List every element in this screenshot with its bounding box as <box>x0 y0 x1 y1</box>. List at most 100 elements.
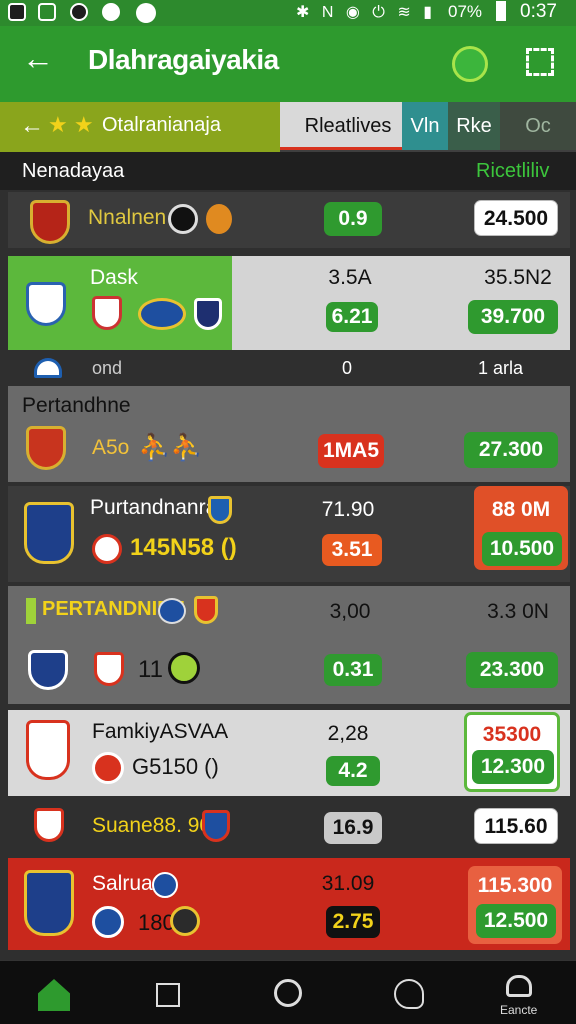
header-right: Ricetliliv <box>476 160 550 182</box>
tab-oc[interactable]: Oc <box>500 102 576 150</box>
league-name: Otalranianaja <box>102 114 221 136</box>
team-name: Dask <box>90 266 138 289</box>
team-badge-icon <box>138 298 186 330</box>
tab-rke[interactable]: Rke <box>448 102 500 150</box>
team-badge-icon <box>202 810 230 842</box>
odds-value: 3.5A <box>328 266 372 289</box>
match-row[interactable]: FamkiyASVAA G5150 () 2,28 4.2 35300 12.3… <box>8 710 570 796</box>
marker-icon <box>26 598 36 624</box>
team-name: FamkiyASVAA <box>92 720 229 743</box>
odds-pill[interactable]: 6.21 <box>326 302 378 332</box>
team-badge-icon <box>92 752 124 784</box>
square-icon[interactable] <box>156 983 180 1007</box>
row-value: 0 <box>342 358 353 378</box>
match-row[interactable]: PERTANDNIEN 3,00 3.3 0N 11 0.31 23.300 <box>8 586 570 704</box>
team-badge-icon <box>168 652 200 684</box>
nav-label: Eancte <box>500 1003 538 1017</box>
odds-value: 3,00 <box>329 600 371 623</box>
team-crest-icon <box>34 808 64 842</box>
player-icon: ⛹ <box>170 432 203 462</box>
header-left: Nenadayaa <box>22 160 125 182</box>
odds-pill[interactable]: 39.700 <box>468 300 558 334</box>
tab-bar: ← ★ ★ Otalranianaja Rleatlives Vln Rke O… <box>0 102 576 152</box>
odds-pill[interactable]: 115.60 <box>474 808 558 844</box>
odds-value: 2,28 <box>327 722 369 745</box>
odds-value: 88 0M <box>491 498 551 521</box>
odds-pill[interactable]: 1MA5 <box>318 434 384 468</box>
odds-pill[interactable]: 10.500 <box>482 532 562 566</box>
account-icon[interactable] <box>506 975 532 997</box>
match-row[interactable]: Dask 3.5A 35.5N2 6.21 39.700 <box>8 256 570 350</box>
team-name: Purtandnanra <box>90 496 218 519</box>
player-icon: ⛹ <box>138 432 171 462</box>
tab-relatives[interactable]: Rleatlives <box>280 102 416 150</box>
list-header: Nenadayaa Ricetliliv <box>0 152 576 190</box>
team-name: Nnalnen <box>88 206 167 229</box>
odds-pill[interactable]: 4.2 <box>326 756 380 786</box>
bottom-nav: Eancte <box>0 960 576 1024</box>
odds-pill[interactable]: 16.9 <box>324 812 382 844</box>
shield-icon <box>136 3 156 23</box>
home-icon[interactable] <box>38 979 70 1011</box>
back-arrow-icon[interactable]: ← <box>22 40 54 77</box>
battery-text: 07% <box>448 2 483 21</box>
team-name: A5o <box>92 436 130 459</box>
team-crest-icon <box>24 502 74 564</box>
team-badge-icon <box>206 204 232 234</box>
flag-icon <box>34 358 62 378</box>
row-label: ond <box>92 358 123 378</box>
odds-pill[interactable]: 24.500 <box>474 200 558 236</box>
team-badge-icon <box>94 652 124 686</box>
match-row[interactable]: Purtandnanra 145N58 () 71.90 88 0M 3.51 … <box>8 486 570 582</box>
search-icon[interactable] <box>274 979 302 1007</box>
team-badge-icon <box>92 906 124 938</box>
league-tab[interactable]: ← ★ ★ Otalranianaja <box>0 102 280 152</box>
team-crest-icon <box>26 426 66 470</box>
odds-value: 35.5N2 <box>484 266 552 289</box>
match-row[interactable]: Nnalnen 0.9 24.500 <box>8 192 570 248</box>
back-icon: ← <box>20 112 44 139</box>
team-badge-icon <box>194 298 222 330</box>
team-badge-icon <box>168 204 198 234</box>
team-crest-icon <box>28 650 68 690</box>
odds-pill[interactable]: 3.51 <box>322 534 382 566</box>
battery-icon <box>496 1 506 21</box>
match-row[interactable]: Suane88. 90 16.9 115.60 <box>8 800 570 854</box>
odds-value: 115.300 <box>477 874 553 897</box>
odds-pill[interactable]: 12.300 <box>472 750 554 784</box>
odds-pill[interactable]: 2.75 <box>326 906 380 938</box>
team-crest-icon <box>24 870 74 936</box>
team-badge-icon <box>194 596 218 624</box>
tab-vln[interactable]: Vln <box>402 102 448 150</box>
team-name: Suane88. 90 <box>92 814 212 837</box>
clock: 0:37 <box>520 1 557 22</box>
team-sub: 11 <box>138 656 163 683</box>
team-crest-icon <box>30 200 70 244</box>
team-badge-icon <box>92 534 122 564</box>
highlight-block: Dask <box>8 256 232 350</box>
odds-value: 3.3 0N <box>487 600 549 623</box>
gallery-icon <box>8 3 26 21</box>
odds-pill[interactable]: 0.31 <box>324 654 382 686</box>
odds-pill[interactable]: 27.300 <box>464 432 558 468</box>
odds-value: 31.09 <box>321 872 375 895</box>
odds-pill[interactable]: 0.9 <box>324 202 382 236</box>
odds-pill[interactable]: 23.300 <box>466 652 558 688</box>
match-row[interactable]: Salrua 180 31.09 115.300 2.75 12.500 <box>8 858 570 950</box>
team-badge-icon <box>208 496 232 524</box>
chat-icon <box>70 3 88 21</box>
odds-value: 71.90 <box>321 498 375 521</box>
status-bar: ✱ N ◉ ⏻ ≋ ▮ 07% 0:37 <box>0 0 576 26</box>
match-row[interactable]: Pertandhne A5o ⛹ ⛹ 1MA5 27.300 <box>8 386 570 482</box>
team-name: Salrua <box>92 872 153 895</box>
alert-icon[interactable] <box>394 979 424 1009</box>
expand-icon[interactable] <box>526 48 554 76</box>
odds-pill[interactable]: 12.500 <box>476 904 556 938</box>
notification-icon <box>102 3 120 21</box>
system-icons: ✱ N ◉ ⏻ ≋ ▮ <box>296 4 437 21</box>
info-row: ond 0 1 arla <box>8 352 570 384</box>
team-crest-icon <box>26 720 70 780</box>
team-sub: G5150 () <box>132 754 219 779</box>
profile-icon[interactable] <box>452 46 488 82</box>
star-icons: ★ ★ <box>48 112 94 137</box>
